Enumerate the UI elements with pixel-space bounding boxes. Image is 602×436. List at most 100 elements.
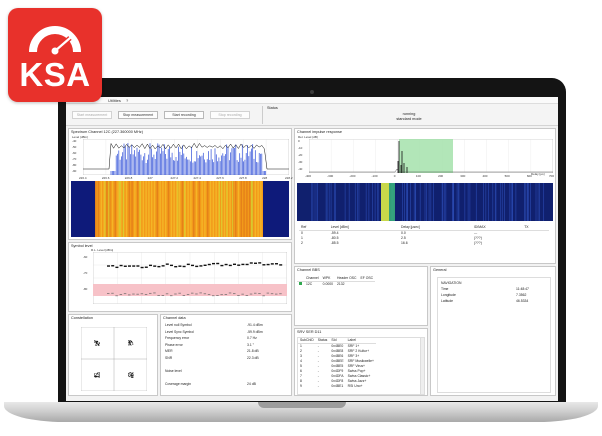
- impulse-gram-stripe: [444, 183, 446, 221]
- service-cell: -: [317, 383, 319, 388]
- service-list-title: SRV SER D11: [297, 330, 322, 334]
- table-row[interactable]: 12C 0.0000 2132: [297, 281, 375, 286]
- impulse-gram-stripe: [377, 183, 379, 221]
- symbol-null-point: [216, 295, 219, 296]
- constellation-point: [132, 372, 134, 374]
- symbol-null-point: [123, 293, 127, 295]
- symbol-null-point: [262, 295, 265, 297]
- service-list-scrollbar[interactable]: [420, 338, 424, 394]
- impulse-gram-stripe: [512, 183, 513, 221]
- service-list-box[interactable]: SubChID Status SId Label 1-0x4BE0 SRF 1+ 2-0x4…: [297, 337, 425, 395]
- impulse-gram-stripe: [428, 183, 430, 221]
- spectrogram-stripe: [221, 181, 223, 237]
- impulse-x-tick: 300: [460, 174, 466, 178]
- spectrogram-stripe: [156, 181, 158, 237]
- service-cell: 9: [300, 383, 302, 388]
- start-recording-button[interactable]: Start recording: [164, 111, 204, 119]
- service-table: SubChID Status SId Label 1-0x4BE0 SRF 1+ 2-0x4…: [298, 338, 376, 388]
- spectrogram-stripe: [151, 181, 153, 237]
- symbol-null-point: [228, 292, 232, 294]
- stat-value: 24 dB: [247, 382, 256, 387]
- general-value: 11:48:47: [516, 287, 529, 291]
- stat-label: SNR: [165, 356, 173, 360]
- impulse-gram-stripe: [464, 183, 466, 221]
- constellation-point: [94, 340, 96, 342]
- spectrogram-stripe: [95, 181, 97, 237]
- spectrogram-stripe: [104, 181, 106, 237]
- echo-table-cell: (???): [473, 240, 482, 245]
- impulse-x-tick: 100: [415, 174, 421, 178]
- spectrum-plot: [83, 139, 289, 175]
- echo-table-cell: [522, 240, 549, 245]
- impulse-gram-stripe: [504, 183, 505, 221]
- symbol-null-point: [224, 294, 228, 295]
- status-mode: standard mode: [396, 117, 422, 121]
- spectrogram-stripe: [139, 181, 141, 237]
- symbol-level-point: [161, 265, 165, 267]
- symbol-level-point: [228, 264, 232, 267]
- menu-utilities[interactable]: Utilities: [108, 98, 121, 103]
- impulse-gram-stripe: [442, 183, 444, 221]
- table-row[interactable]: 9 - 0x4BE1 RSI Uno+: [298, 383, 376, 388]
- symbol-level-point: [186, 263, 190, 266]
- spectrogram-stripe: [257, 181, 259, 237]
- symbol-null-point: [174, 293, 177, 295]
- symbol-null-point: [128, 294, 131, 296]
- impulse-gram-stripe: [537, 183, 539, 221]
- spectrogram-stripe: [122, 181, 125, 237]
- stop-measurement-button[interactable]: Stop measurement: [118, 111, 158, 119]
- stat-value: -91.4 dBm: [247, 323, 263, 327]
- impulse-gram-stripe: [325, 183, 327, 221]
- spectrogram-stripe: [226, 181, 228, 237]
- symbol-level-point: [157, 265, 161, 268]
- impulse-y-tick: -10: [298, 146, 303, 150]
- table-row[interactable]: 2 -85.5 16.6 (???): [299, 240, 549, 245]
- symbol-level-point: [212, 262, 215, 265]
- symbol-level-point: [270, 263, 274, 265]
- impulse-gram-echo: [389, 183, 395, 221]
- status-running: running: [402, 112, 416, 116]
- symbol-level-point: [249, 262, 253, 264]
- start-measurement-button[interactable]: Start measurement: [72, 111, 112, 119]
- spectrogram-stripe: [111, 181, 114, 237]
- symbol-level-point: [115, 266, 119, 269]
- spectrogram-stripe: [190, 181, 192, 237]
- spectrum-y-tick: -50: [72, 145, 77, 149]
- spectrogram-stripe: [254, 181, 256, 237]
- spectrogram-stripe: [165, 181, 167, 237]
- spectrum-y-tick: -80: [72, 163, 77, 167]
- impulse-gram-stripe: [530, 183, 531, 221]
- symbol-level-point: [170, 264, 173, 267]
- symbol-level-panel: Symbol level R.L. Level [dBm] -60 -70 -80 …: [68, 242, 292, 312]
- service-cell: 0x4BE1: [331, 383, 344, 388]
- echo-table-cell: 16.6: [401, 240, 408, 245]
- constellation-point: [132, 341, 134, 343]
- constellation-point: [96, 372, 98, 374]
- spectrum-y-tick: -40: [72, 139, 77, 143]
- spectrogram-stripe: [181, 181, 184, 237]
- symbol-level-point: [262, 264, 266, 266]
- impulse-gram-stripe: [467, 183, 469, 221]
- spectrum-y-tick: -60: [72, 151, 77, 155]
- stop-recording-button[interactable]: Stop recording: [210, 111, 250, 119]
- impulse-gram-stripe: [311, 183, 313, 221]
- impulse-gram-stripe: [475, 183, 477, 221]
- symbol-level-point: [241, 263, 245, 266]
- constellation-panel: Constellation: [68, 314, 158, 396]
- symbol-level-point: [199, 265, 203, 267]
- service-cell: SRF Musikwelle+: [347, 358, 374, 363]
- impulse-gram-stripe: [515, 183, 517, 221]
- menu-help[interactable]: ?: [126, 98, 128, 103]
- symbol-null-point: [237, 295, 240, 296]
- impulse-gram-stripe: [487, 183, 489, 221]
- speedometer-icon: [29, 26, 81, 55]
- status-box: Status running standard mode: [262, 106, 554, 124]
- impulse-gram-stripe: [365, 183, 367, 221]
- channel-bbs-title: Channel BBS: [297, 268, 320, 272]
- impulse-gram-stripe: [404, 183, 405, 221]
- stat-value: 0.7 Hz: [247, 336, 257, 341]
- symbol-level-point: [245, 263, 249, 266]
- spectrogram-stripe: [198, 181, 200, 237]
- impulse-title: Channel impulse response: [297, 130, 342, 134]
- impulse-y-tick: -30: [298, 160, 303, 164]
